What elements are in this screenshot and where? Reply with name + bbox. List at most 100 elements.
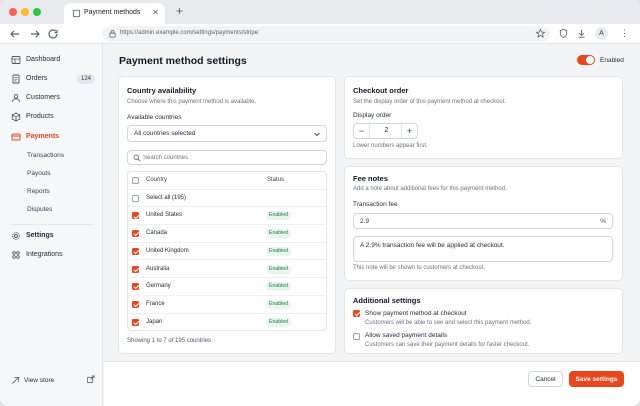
new-tab-button[interactable]: + (176, 4, 183, 18)
minimize-window-button[interactable] (21, 8, 29, 16)
row-checkbox[interactable] (132, 247, 139, 255)
row-checkbox[interactable] (132, 212, 139, 220)
row-checkbox[interactable] (132, 300, 139, 308)
sidebar-item-settings[interactable]: Settings (7, 229, 97, 244)
shield-icon[interactable] (558, 28, 569, 39)
search-countries-field[interactable] (127, 150, 327, 165)
sidebar-item-label: Payments (26, 133, 60, 140)
show-at-checkout-description: Customers will be able to see and select… (365, 320, 532, 326)
increment-button[interactable]: + (401, 124, 417, 138)
enabled-toggle[interactable] (577, 55, 595, 65)
tab-strip: Payment methods ✕ + (0, 0, 640, 24)
row-checkbox[interactable] (132, 283, 139, 291)
available-countries-label: Available countries (127, 114, 182, 121)
sidebar-item-orders[interactable]: Orders 124 (7, 72, 97, 87)
close-window-button[interactable] (9, 8, 17, 16)
chevron-down-icon (314, 132, 320, 137)
header-checkbox[interactable] (132, 177, 139, 184)
sidebar-item-label: Settings (26, 232, 54, 239)
transaction-fee-label: Transaction fee (353, 201, 398, 208)
checkout-order-description: Set the display order of this payment me… (353, 99, 507, 105)
browser-tab[interactable]: Payment methods ✕ (64, 3, 165, 24)
sidebar-item-label: Customers (26, 94, 60, 101)
gear-icon (12, 232, 20, 240)
table-header-row: Country Status (128, 172, 326, 190)
sidebar-item-dashboard[interactable]: Dashboard (7, 53, 97, 68)
table-row[interactable]: United States Enabled (128, 207, 326, 226)
select-value: All countries selected (134, 130, 196, 137)
allow-saved-details-checkbox[interactable] (353, 333, 360, 340)
country-availability-title: Country availability (127, 86, 197, 95)
country-name: Canada (146, 230, 168, 237)
orders-icon (12, 74, 20, 84)
browser-menu-icon[interactable]: ⋮ (620, 28, 629, 39)
sidebar-item-products[interactable]: Products (7, 110, 97, 125)
table-row[interactable]: France Enabled (128, 296, 326, 314)
table-row[interactable]: United Kingdom Enabled (128, 243, 326, 261)
country-availability-description: Choose where this payment method is avai… (127, 99, 257, 105)
sidebar-subitem-payouts[interactable]: Payouts (27, 170, 51, 177)
select-all-row[interactable]: Select all (195) (128, 190, 326, 208)
url-text: https://admin.example.com/settings/payme… (120, 30, 259, 36)
cancel-button[interactable]: Cancel (528, 371, 563, 387)
fee-note-textarea[interactable]: A 2.9% transaction fee will be applied a… (353, 236, 613, 262)
search-icon (133, 154, 141, 162)
sidebar-item-label: Orders (26, 75, 48, 82)
address-bar[interactable]: https://admin.example.com/settings/payme… (102, 26, 550, 42)
table-row[interactable]: Australia Enabled (128, 261, 326, 279)
customers-icon (12, 94, 20, 103)
fee-notes-description: Add a note about additional fees for thi… (353, 186, 507, 192)
status-badge: Enabled (266, 211, 292, 221)
row-checkbox[interactable] (132, 265, 139, 273)
save-settings-button[interactable]: Save settings (569, 371, 624, 387)
country-name: United Kingdom (146, 247, 189, 254)
tab-title: Payment methods (84, 9, 141, 16)
row-checkbox[interactable] (132, 318, 139, 326)
browser-toolbar: https://admin.example.com/settings/payme… (0, 24, 640, 44)
sidebar-subitem-reports[interactable]: Reports (27, 188, 50, 195)
bookmark-star-icon[interactable] (535, 28, 546, 39)
view-store-link[interactable]: View store (7, 374, 97, 388)
show-at-checkout-checkbox[interactable] (353, 310, 360, 317)
row-checkbox[interactable] (132, 230, 139, 238)
decrement-button[interactable]: − (354, 124, 370, 138)
fee-note-value: A 2.9% transaction fee will be applied a… (360, 242, 505, 249)
table-row[interactable]: Canada Enabled (128, 225, 326, 243)
display-order-stepper: − 2 + (353, 123, 418, 139)
table-row[interactable]: Japan Enabled (128, 314, 326, 332)
status-badge: Enabled (266, 317, 292, 327)
sidebar: Dashboard Orders 124 Customers Products … (0, 44, 103, 406)
payments-icon (11, 133, 21, 141)
available-countries-select[interactable]: All countries selected (127, 125, 327, 142)
forward-icon[interactable] (28, 27, 42, 41)
allow-saved-details-description: Customers can save their payment details… (365, 342, 530, 348)
sidebar-subitem-disputes[interactable]: Disputes (27, 206, 52, 213)
search-countries-input[interactable] (143, 153, 321, 163)
select-all-checkbox[interactable] (132, 194, 139, 202)
status-badge: Enabled (266, 282, 292, 292)
maximize-window-button[interactable] (33, 8, 41, 16)
column-header-country: Country (146, 177, 168, 183)
transaction-fee-field[interactable]: 2.9 % (353, 213, 613, 229)
column-header-status: Status (267, 177, 285, 183)
reload-icon[interactable] (46, 27, 60, 41)
profile-avatar[interactable]: A (595, 27, 608, 40)
display-order-label: Display order (353, 112, 392, 119)
back-icon[interactable] (8, 27, 22, 41)
status-badge: Enabled (266, 229, 292, 239)
display-order-value[interactable]: 2 (370, 124, 403, 138)
download-icon[interactable] (576, 28, 587, 39)
table-row[interactable]: Germany Enabled (128, 278, 326, 296)
sidebar-item-integrations[interactable]: Integrations (7, 248, 97, 263)
send-icon (12, 376, 20, 384)
close-tab-icon[interactable]: ✕ (152, 8, 159, 17)
sidebar-item-payments[interactable]: Payments (7, 130, 97, 145)
sidebar-subitem-transactions[interactable]: Transactions (27, 152, 64, 159)
view-store-label: View store (24, 377, 55, 384)
status-badge: Enabled (266, 264, 292, 274)
country-name: Germany (146, 283, 171, 290)
allow-saved-details-label: Allow saved payment details (365, 332, 448, 339)
enabled-toggle-label: Enabled (600, 57, 624, 64)
dashboard-icon (11, 56, 21, 64)
sidebar-item-customers[interactable]: Customers (7, 91, 97, 106)
